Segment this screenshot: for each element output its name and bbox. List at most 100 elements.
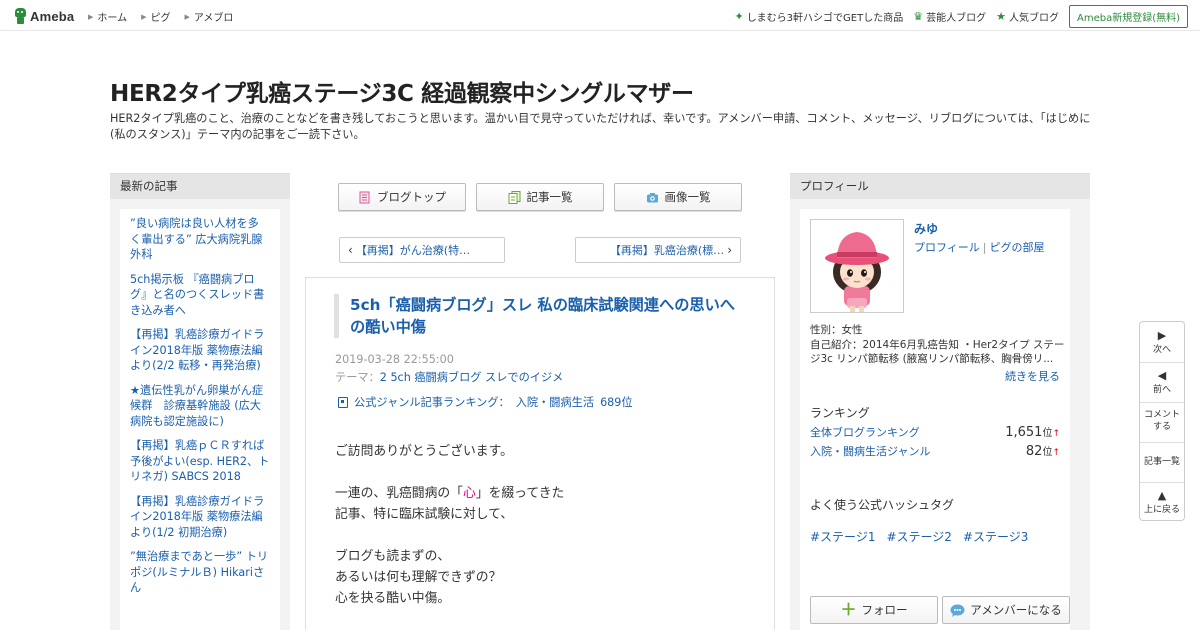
chat-bubble-icon xyxy=(950,604,965,617)
body-line: 一連の、乳癌闘病の「心」を綴ってきた xyxy=(335,483,564,504)
hashtag-link[interactable]: #ステージ2 xyxy=(886,528,951,545)
next-article-label: 【再掲】乳癌治療(標… xyxy=(609,244,725,257)
read-more-link[interactable]: 続きを見る xyxy=(1005,368,1060,384)
theme-link[interactable]: 2 5ch 癌闘病ブログ スレでのイジメ xyxy=(380,371,564,384)
ranking-row: 入院・闘病生活ジャンル 82位↑ xyxy=(810,443,1060,459)
amember-button[interactable]: アメンバーになる xyxy=(942,596,1070,624)
prev-article-button[interactable]: ‹ 【再掲】がん治療(特… xyxy=(339,237,505,263)
popular-blog-label: 人気ブログ xyxy=(1008,13,1059,24)
ranking-unit: 位 xyxy=(1042,447,1053,458)
profile-info: 性別：女性 自己紹介：2014年6月乳癌告知 ・Her2タイプ ステージ3c リ… xyxy=(810,323,1072,367)
popular-blog-link[interactable]: ★ 人気ブログ xyxy=(996,7,1059,27)
ranking-label[interactable]: 入院・闘病生活ジャンル xyxy=(810,443,930,459)
float-next-button[interactable]: ▶ 次へ xyxy=(1140,329,1184,356)
ranking-row: 全体ブログランキング 1,651位↑ xyxy=(810,424,1060,440)
image-list-button[interactable]: 画像一覧 xyxy=(614,183,742,211)
top-nav-ameblo-label: アメブロ xyxy=(193,13,234,24)
arrow-up-icon: ↑ xyxy=(1052,448,1060,458)
profile-gender: 性別：女性 xyxy=(810,324,863,336)
recent-articles-heading: 最新の記事 xyxy=(110,174,290,199)
top-nav-pigg-label: ピグ xyxy=(150,13,171,24)
hashtag-link[interactable]: #ステージ1 xyxy=(810,528,875,545)
float-list-label: 記事一覧 xyxy=(1143,457,1180,467)
arrow-up-icon: ↑ xyxy=(1052,429,1060,439)
recent-article-link[interactable]: 【再掲】乳癌診療ガイドライン2018年版 薬物療法編より(2/2 転移・再発治療… xyxy=(130,323,270,379)
body-line: ブログも読まずの、 xyxy=(335,549,451,564)
hashtag-link[interactable]: #ステージ3 xyxy=(963,528,1028,545)
recent-article-link[interactable]: ★遺伝性乳がん卵巣がん症候群 診療基幹施設 (広大病院も認定施設に) xyxy=(130,379,270,435)
body-blank xyxy=(335,525,564,546)
ranking-icon xyxy=(338,396,348,408)
triangle-right-icon: ▶ xyxy=(141,12,147,21)
top-nav-home[interactable]: ▶ ホーム xyxy=(88,9,127,25)
celebrity-blog-link[interactable]: ♛ 芸能人ブログ xyxy=(913,7,986,27)
recent-article-link[interactable]: 【再掲】乳癌診療ガイドライン2018年版 薬物療法編より(1/2 初期治療) xyxy=(130,490,270,546)
blog-top-button[interactable]: ブログトップ xyxy=(338,183,466,211)
float-top-button[interactable]: ▲ 上に戻る xyxy=(1140,489,1184,516)
top-nav-ameblo[interactable]: ▶ アメブロ xyxy=(184,9,234,25)
article-body: ご訪問ありがとうございます。 一連の、乳癌闘病の「心」を綴ってきた 記事、特に臨… xyxy=(335,441,564,609)
plus-icon: ＋ xyxy=(840,600,857,619)
float-list-button[interactable]: 記事一覧 xyxy=(1140,456,1184,468)
body-line: ご訪問ありがとうございます。 xyxy=(335,444,513,459)
kokoro-highlight: 心 xyxy=(462,486,476,501)
star-icon: ★ xyxy=(996,10,1006,23)
ranking-label[interactable]: 全体ブログランキング xyxy=(810,424,920,440)
profile-panel: プロフィール みゆ プロフィール | ピグの部屋 性別：女性 自己紹介：2014… xyxy=(790,173,1090,630)
ranking-value: 82位↑ xyxy=(1026,443,1060,459)
float-top-label: 上に戻る xyxy=(1143,505,1180,515)
triangle-right-icon: ▶ xyxy=(184,12,190,21)
recent-article-link[interactable]: 【再掲】乳癌ｐＣＲすれば予後がよい(esp. HER2、トリネガ) SABCS … xyxy=(130,434,270,490)
profile-card: みゆ プロフィール | ピグの部屋 性別：女性 自己紹介：2014年6月乳癌告知 ・… xyxy=(800,209,1070,630)
document-icon xyxy=(359,191,370,203)
genre-ranking[interactable]: 公式ジャンル記事ランキング： 入院・闘病生活 689位 xyxy=(338,394,633,410)
prev-article-label: 【再掲】がん治療(特… xyxy=(355,244,471,257)
profile-link[interactable]: プロフィール xyxy=(914,241,980,254)
body-text: 一連の、乳癌闘病の「 xyxy=(335,486,463,501)
follow-button[interactable]: ＋ フォロー xyxy=(810,596,938,624)
genre-ranking-genre: 入院・闘病生活 xyxy=(515,396,595,409)
follow-label: フォロー xyxy=(861,603,908,617)
recent-article-link[interactable]: ”無治療まであと一歩” トリポジ(ルミナルＢ) Hikariさん xyxy=(130,545,270,601)
list-icon xyxy=(508,190,520,204)
signup-button[interactable]: Ameba新規登録(無料) xyxy=(1068,5,1188,28)
profile-heading: プロフィール xyxy=(790,174,1090,199)
article-list-button[interactable]: 記事一覧 xyxy=(476,183,604,211)
article-date: 2019-03-28 22:55:00 xyxy=(335,353,454,366)
chevron-left-icon: ‹ xyxy=(348,243,353,257)
float-prev-label: 前へ xyxy=(1152,385,1171,395)
genre-ranking-value: 689位 xyxy=(600,396,633,409)
next-article-button[interactable]: 【再掲】乳癌治療(標… › xyxy=(575,237,741,263)
play-right-icon: ▶ xyxy=(1157,329,1167,342)
celebrity-blog-label: 芸能人ブログ xyxy=(926,13,987,24)
top-bar: Ameba ▶ ホーム ▶ ピグ ▶ アメブロ ✦ しまむら3軒ハシゴでGETした商品 … xyxy=(0,0,1200,31)
recent-article-link[interactable]: 5ch掲示板 『癌闘病ブログ』と名のつくスレッド書き込み者へ xyxy=(130,268,270,324)
chevron-right-icon: › xyxy=(727,243,732,257)
profile-links: プロフィール | ピグの部屋 xyxy=(914,239,1045,255)
profile-name[interactable]: みゆ xyxy=(914,220,938,237)
float-prev-button[interactable]: ◀ 前へ xyxy=(1140,369,1184,396)
triangle-up-icon: ▲ xyxy=(1157,489,1167,502)
divider xyxy=(1140,402,1184,403)
floating-nav: ▶ 次へ ◀ 前へ コメントする 記事一覧 ▲ 上に戻る xyxy=(1139,321,1185,521)
article-title[interactable]: 5ch「癌闘病ブログ」スレ 私の臨床試験関連への思いへの酷い中傷 xyxy=(334,294,739,338)
trending-link[interactable]: ✦ しまむら3軒ハシゴでGETした商品 xyxy=(734,7,903,27)
recent-articles-list: ”良い病院は良い人材を多く輩出する” 広大病院乳腺外科 5ch掲示板 『癌闘病ブ… xyxy=(120,209,280,630)
blog-title[interactable]: HER2タイプ乳癌ステージ3C 経過観察中シングルマザー xyxy=(110,74,694,108)
recent-article-link[interactable]: ”良い病院は良い人材を多く輩出する” 広大病院乳腺外科 xyxy=(130,212,270,268)
pigg-room-link[interactable]: ピグの部屋 xyxy=(990,241,1045,254)
body-text: 」を綴ってきた xyxy=(475,486,565,501)
image-list-label: 画像一覧 xyxy=(664,190,711,204)
avatar[interactable] xyxy=(810,219,904,313)
top-nav-pigg[interactable]: ▶ ピグ xyxy=(141,9,171,25)
camera-icon xyxy=(646,192,658,202)
sparkle-icon: ✦ xyxy=(734,10,744,23)
hashtag-heading: よく使う公式ハッシュタグ xyxy=(810,498,955,512)
divider xyxy=(1140,482,1184,483)
float-next-label: 次へ xyxy=(1152,345,1171,355)
ranking-unit: 位 xyxy=(1042,428,1053,439)
ameba-logo[interactable]: Ameba xyxy=(14,7,74,25)
float-comment-button[interactable]: コメントする xyxy=(1140,409,1184,433)
body-line: 記事、特に臨床試験に対して、 xyxy=(335,507,514,522)
article: 5ch「癌闘病ブログ」スレ 私の臨床試験関連への思いへの酷い中傷 2019-03… xyxy=(305,277,775,630)
